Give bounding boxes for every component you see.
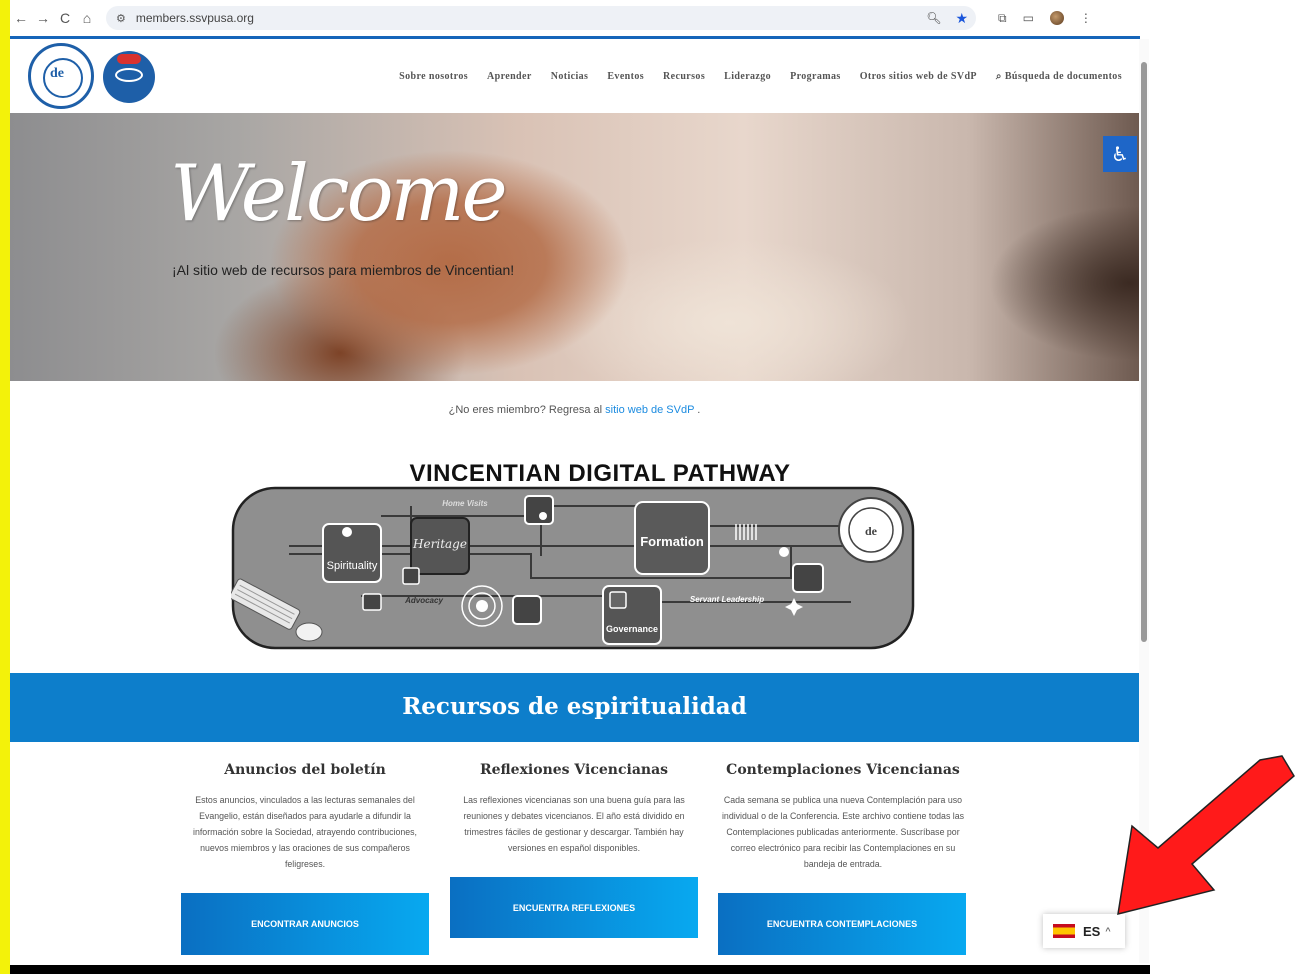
not-member-note: ¿No eres miembro? Regresa al sitio web d… [10, 404, 1139, 416]
node-dot-1 [539, 512, 547, 520]
svdp-site-link[interactable]: sitio web de SVdP [605, 404, 694, 416]
search-icon: ⌕ [995, 71, 1005, 82]
main-nav: Sobre nosotros Aprender Noticias Eventos… [399, 71, 1122, 82]
home-icon[interactable]: ⌂ [76, 10, 98, 26]
spirituality-dot [342, 527, 352, 537]
label-advocacy: Advocacy [404, 596, 443, 605]
site-header: de Sobre nosotros Aprender Noticias Even… [10, 39, 1140, 113]
mouse-icon [295, 622, 323, 642]
node-square-5 [512, 595, 542, 625]
bottom-bar [10, 965, 1150, 974]
resource-column-contemplaciones: Contemplaciones Vicencianas Cada semana … [718, 762, 968, 872]
column-title: Anuncios del boletín [224, 762, 386, 778]
find-announcements-button[interactable]: ENCONTRAR ANUNCIOS [181, 893, 429, 955]
language-code: ES [1083, 923, 1101, 939]
nav-recursos[interactable]: Recursos [663, 71, 705, 82]
red-arrow-annotation [1117, 755, 1295, 916]
governance-icon [609, 591, 627, 609]
logo-mark: de [50, 66, 64, 81]
resource-column-reflexiones: Reflexiones Vicencianas Las reflexiones … [449, 762, 699, 856]
spiral-core [476, 600, 488, 612]
label-servant-leadership: Servant Leadership [690, 595, 764, 604]
ssvp-logo[interactable]: de [28, 43, 94, 109]
resource-column-boletin: Anuncios del boletín Estos anuncios, vin… [180, 762, 430, 872]
accessibility-icon[interactable]: ♿︎ [1103, 136, 1137, 172]
tab-search-icon[interactable]: ▭ [1023, 11, 1034, 25]
node-square-1 [524, 495, 554, 525]
nav-noticias[interactable]: Noticias [551, 71, 589, 82]
profile-avatar[interactable] [1049, 11, 1064, 25]
hero-subtitle: ¡Al sitio web de recursos para miembros … [172, 262, 515, 278]
nav-eventos[interactable]: Eventos [607, 71, 644, 82]
nav-aprender[interactable]: Aprender [487, 71, 532, 82]
find-reflections-button[interactable]: ENCUENTRA REFLEXIONES [450, 877, 698, 938]
hero-banner: Welcome ¡Al sitio web de recursos para m… [10, 113, 1139, 381]
column-title: Reflexiones Vicencianas [479, 762, 669, 778]
seal-mark: de [865, 524, 878, 538]
label-formation: Formation [640, 534, 704, 549]
find-contemplations-button[interactable]: ENCUENTRA CONTEMPLACIONES [718, 893, 966, 955]
svdp-fish-logo[interactable] [103, 51, 155, 103]
chevron-up-icon: ^ [1105, 926, 1111, 936]
resources-band: Recursos de espiritualidad [10, 673, 1139, 742]
nav-sobre-nosotros[interactable]: Sobre nosotros [399, 71, 468, 82]
node-square-4 [362, 593, 382, 611]
nav-document-search-label: Búsqueda de documentos [1004, 71, 1122, 82]
address-bar[interactable]: ⚙ members.ssvpusa.org 🔍︎ ★ [106, 6, 976, 30]
spirituality-box [322, 523, 382, 583]
extensions-icon[interactable]: ⧉ [998, 11, 1007, 26]
browser-toolbar: ← → C ⌂ ⚙ members.ssvpusa.org 🔍︎ ★ ⧉ ▭ ⋮ [10, 0, 1147, 36]
nav-programas[interactable]: Programas [790, 71, 841, 82]
column-text: Estos anuncios, vinculados a las lectura… [193, 795, 417, 869]
spain-flag-icon [1053, 924, 1075, 938]
site-settings-icon[interactable]: ⚙ [116, 12, 126, 25]
arrow-shape [1117, 755, 1295, 916]
column-title: Contemplaciones Vicencianas [726, 762, 960, 778]
node-square-3 [402, 567, 420, 585]
language-switcher[interactable]: ES ^ [1043, 914, 1125, 948]
nav-document-search[interactable]: ⌕ Búsqueda de documentos [996, 71, 1122, 82]
label-governance: Governance [606, 624, 658, 634]
bookmark-star-icon[interactable]: ★ [955, 10, 968, 27]
fish-icon [115, 68, 143, 82]
logo-red-banner [117, 54, 141, 64]
menu-kebab-icon[interactable]: ⋮ [1080, 11, 1092, 25]
pathway-title: VINCENTIAN DIGITAL PATHWAY [409, 460, 791, 487]
forward-icon[interactable]: → [32, 10, 54, 26]
resources-title: Recursos de espiritualidad [402, 693, 747, 720]
column-text: Cada semana se publica una nueva Contemp… [721, 795, 965, 869]
highlight-border [0, 0, 10, 974]
nav-otros-sitios[interactable]: Otros sitios web de SVdP [860, 71, 977, 82]
label-spirituality: Spirituality [327, 560, 378, 572]
url-text: members.ssvpusa.org [135, 11, 254, 25]
scrollbar-thumb[interactable] [1141, 62, 1147, 642]
not-member-suffix: . [694, 404, 701, 416]
column-text: Las reflexiones vicencianas son una buen… [463, 795, 685, 853]
hero-welcome: Welcome [170, 149, 508, 239]
label-home-visits: Home Visits [442, 499, 488, 508]
nav-liderazgo[interactable]: Liderazgo [724, 71, 771, 82]
node-square-2 [792, 563, 824, 593]
pathway-graphic[interactable]: Spirituality Heritage Home Visits Format… [231, 486, 915, 650]
not-member-text: ¿No eres miembro? Regresa al [448, 404, 606, 416]
node-dot-2 [779, 547, 789, 557]
zoom-icon[interactable]: 🔍︎ [926, 11, 941, 25]
reload-icon[interactable]: C [54, 10, 76, 26]
label-heritage: Heritage [412, 537, 467, 551]
back-icon[interactable]: ← [10, 10, 32, 26]
